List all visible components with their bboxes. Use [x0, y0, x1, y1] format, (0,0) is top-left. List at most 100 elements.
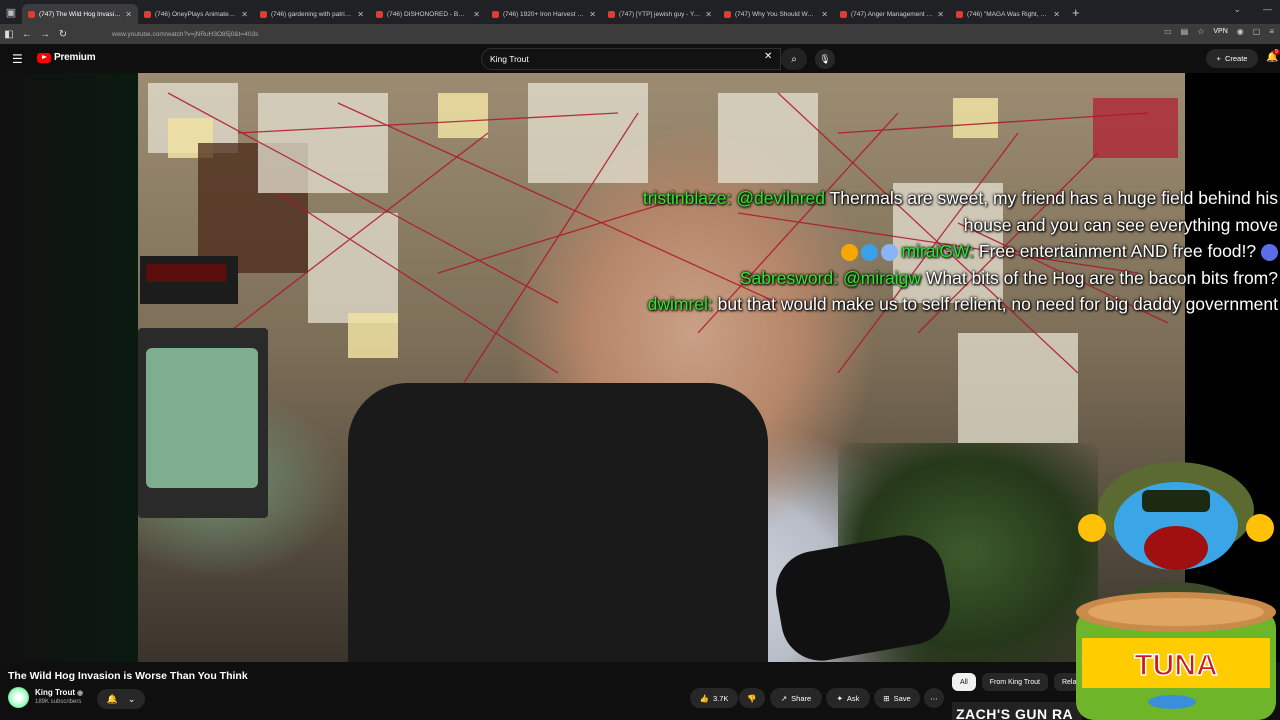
emote-icon — [1261, 243, 1278, 261]
chevron-down-icon[interactable]: ⌄ — [1233, 4, 1241, 15]
more-icon: ⋯ — [930, 693, 938, 703]
forward-icon[interactable]: → — [36, 29, 54, 40]
browser-tab[interactable]: (746) gardening with patrick st ✕ — [254, 4, 370, 24]
youtube-play-icon — [37, 52, 51, 63]
hamburger-menu-icon[interactable]: ☰ — [12, 52, 23, 66]
search-button[interactable]: ⌕ — [781, 48, 807, 70]
menu-icon[interactable]: ≡ — [1269, 27, 1274, 36]
chat-message: miraiGW: Free entertainment AND free foo… — [628, 238, 1278, 265]
crt-television — [138, 328, 268, 518]
browser-tab-bar: ▣ (747) The Wild Hog Invasion is ✕ (746) … — [0, 0, 1280, 24]
chat-username: Sabresword: — [739, 267, 839, 288]
tab-title: (746) gardening with patrick st — [271, 10, 354, 18]
chat-username: dwimrel: — [647, 294, 713, 314]
close-tab-icon[interactable]: ✕ — [357, 10, 364, 19]
related-video-thumbnail[interactable]: ZACH'S GUN RA — [952, 702, 1082, 720]
browser-tab[interactable]: (746) DISHONORED - BROTEAM ✕ — [370, 4, 486, 24]
notification-bell-button[interactable]: 🔔 ⌄ — [97, 689, 145, 709]
save-button[interactable]: ⊞ Save — [874, 688, 920, 708]
youtube-favicon-icon — [376, 10, 383, 18]
microphone-icon: 🎙 — [819, 53, 831, 64]
logo-text: Premium — [54, 52, 96, 63]
cast-icon[interactable]: ▭ — [1164, 27, 1172, 36]
reload-icon[interactable]: ↻ — [54, 29, 72, 40]
chat-message: dwimrel: but that would make us to self … — [628, 291, 1278, 318]
save-icon: ⊞ — [883, 693, 890, 703]
clock-display — [146, 264, 226, 282]
profile-icon[interactable]: ◉ — [1237, 27, 1244, 36]
video-title: The Wild Hog Invasion is Worse Than You … — [8, 670, 248, 682]
tab-title: (747) [YTP] jewish guy - YouTub — [619, 10, 702, 18]
tab-title: (747) The Wild Hog Invasion is — [39, 10, 122, 18]
chip-from-channel[interactable]: From King Trout — [981, 673, 1048, 691]
chat-mention: @miraigw — [842, 267, 921, 288]
tab-search-icon[interactable]: ▣ — [0, 0, 22, 24]
chat-text: Free entertainment AND free food!? — [974, 241, 1257, 261]
video-frame[interactable] — [138, 73, 1185, 662]
more-actions-button[interactable]: ⋯ — [924, 688, 944, 708]
channel-name[interactable]: King Trout ◉ — [35, 688, 83, 697]
browser-tab[interactable]: (746) 1920+ Iron Harvest Cinem ✕ — [486, 4, 602, 24]
close-tab-icon[interactable]: ✕ — [821, 10, 828, 19]
new-tab-icon[interactable]: + — [1072, 5, 1080, 20]
youtube-favicon-icon — [608, 10, 615, 18]
create-label: Create — [1224, 54, 1248, 63]
tab-title: (746) 1920+ Iron Harvest Cinem — [503, 10, 585, 18]
browser-tab[interactable]: (747) Why You Should Watch B ✕ — [718, 4, 834, 24]
browser-tab[interactable]: (746) "MAGA Was Right, We W ✕ — [950, 4, 1066, 24]
badge-icon — [881, 243, 899, 261]
close-tab-icon[interactable]: ✕ — [125, 10, 132, 19]
ask-button[interactable]: ✦ Ask — [826, 688, 870, 708]
back-icon[interactable]: ← — [18, 29, 36, 40]
browser-tab[interactable]: (747) Anger Management - Car ✕ — [834, 4, 950, 24]
close-tab-icon[interactable]: ✕ — [473, 10, 480, 19]
sparkle-icon: ✦ — [836, 693, 843, 703]
create-button[interactable]: + Create — [1206, 49, 1258, 68]
address-bar: ◧ ← → ↻ www.youtube.com/watch?v=jNRuH3O8… — [0, 24, 1280, 44]
alarm-clock — [140, 256, 238, 304]
tuna-mascot-overlay: TUNA — [1076, 462, 1276, 720]
ask-label: Ask — [846, 693, 860, 703]
chat-badges — [841, 243, 899, 261]
save-label: Save — [893, 693, 911, 703]
wallet-icon[interactable]: ▢ — [1253, 27, 1261, 36]
youtube-logo[interactable]: Premium — [37, 52, 96, 63]
tuna-label: TUNA — [1134, 649, 1217, 682]
chat-overlay: tristinblaze: @devilnred Thermals are sw… — [628, 185, 1278, 318]
youtube-favicon-icon — [28, 10, 35, 18]
close-tab-icon[interactable]: ✕ — [705, 10, 712, 19]
browser-tab[interactable]: (747) [YTP] jewish guy - YouTub✕ — [602, 4, 718, 24]
youtube-favicon-icon — [260, 10, 267, 18]
like-button[interactable]: 👍 3.7K — [690, 688, 738, 708]
close-tab-icon[interactable]: ✕ — [1053, 10, 1060, 19]
browser-tab[interactable]: (746) OneyPlays Animated: J.K. ✕ — [138, 4, 254, 24]
bell-icon: 🔔 — [106, 693, 118, 704]
chat-text: but that would make us to self relient, … — [712, 294, 1278, 314]
vpn-badge[interactable]: VPN — [1213, 28, 1227, 35]
search-input[interactable]: King Trout — [481, 48, 781, 70]
reader-icon[interactable]: ▤ — [1181, 27, 1189, 36]
clear-search-icon[interactable]: ✕ — [764, 51, 772, 62]
tab-title: (746) OneyPlays Animated: J.K. — [155, 10, 237, 18]
sidebar-toggle-icon[interactable]: ◧ — [0, 29, 18, 40]
chevron-down-icon: ⌄ — [127, 693, 136, 704]
bookmark-star-icon[interactable]: ☆ — [1197, 27, 1204, 36]
notification-badge: 9 — [1273, 49, 1280, 55]
dislike-button[interactable]: 👎 — [739, 688, 765, 708]
badge-icon — [841, 243, 859, 261]
plus-icon: + — [1216, 54, 1221, 63]
browser-tab[interactable]: (747) The Wild Hog Invasion is ✕ — [22, 4, 138, 24]
tab-title: (746) "MAGA Was Right, We W — [967, 10, 1050, 18]
youtube-favicon-icon — [144, 10, 151, 18]
close-tab-icon[interactable]: ✕ — [589, 10, 596, 19]
close-tab-icon[interactable]: ✕ — [937, 10, 944, 19]
channel-avatar[interactable] — [8, 687, 29, 708]
channel-name-text: King Trout — [35, 688, 75, 697]
voice-search-button[interactable]: 🎙 — [815, 49, 835, 69]
chip-all[interactable]: All — [952, 673, 976, 691]
url-field[interactable]: www.youtube.com/watch?v=jNRuH3O85j0&t=40… — [112, 31, 258, 38]
share-button[interactable]: ↗ Share — [770, 688, 822, 708]
share-label: Share — [791, 693, 812, 703]
close-tab-icon[interactable]: ✕ — [241, 10, 248, 19]
minimize-icon[interactable]: — — [1263, 4, 1272, 15]
